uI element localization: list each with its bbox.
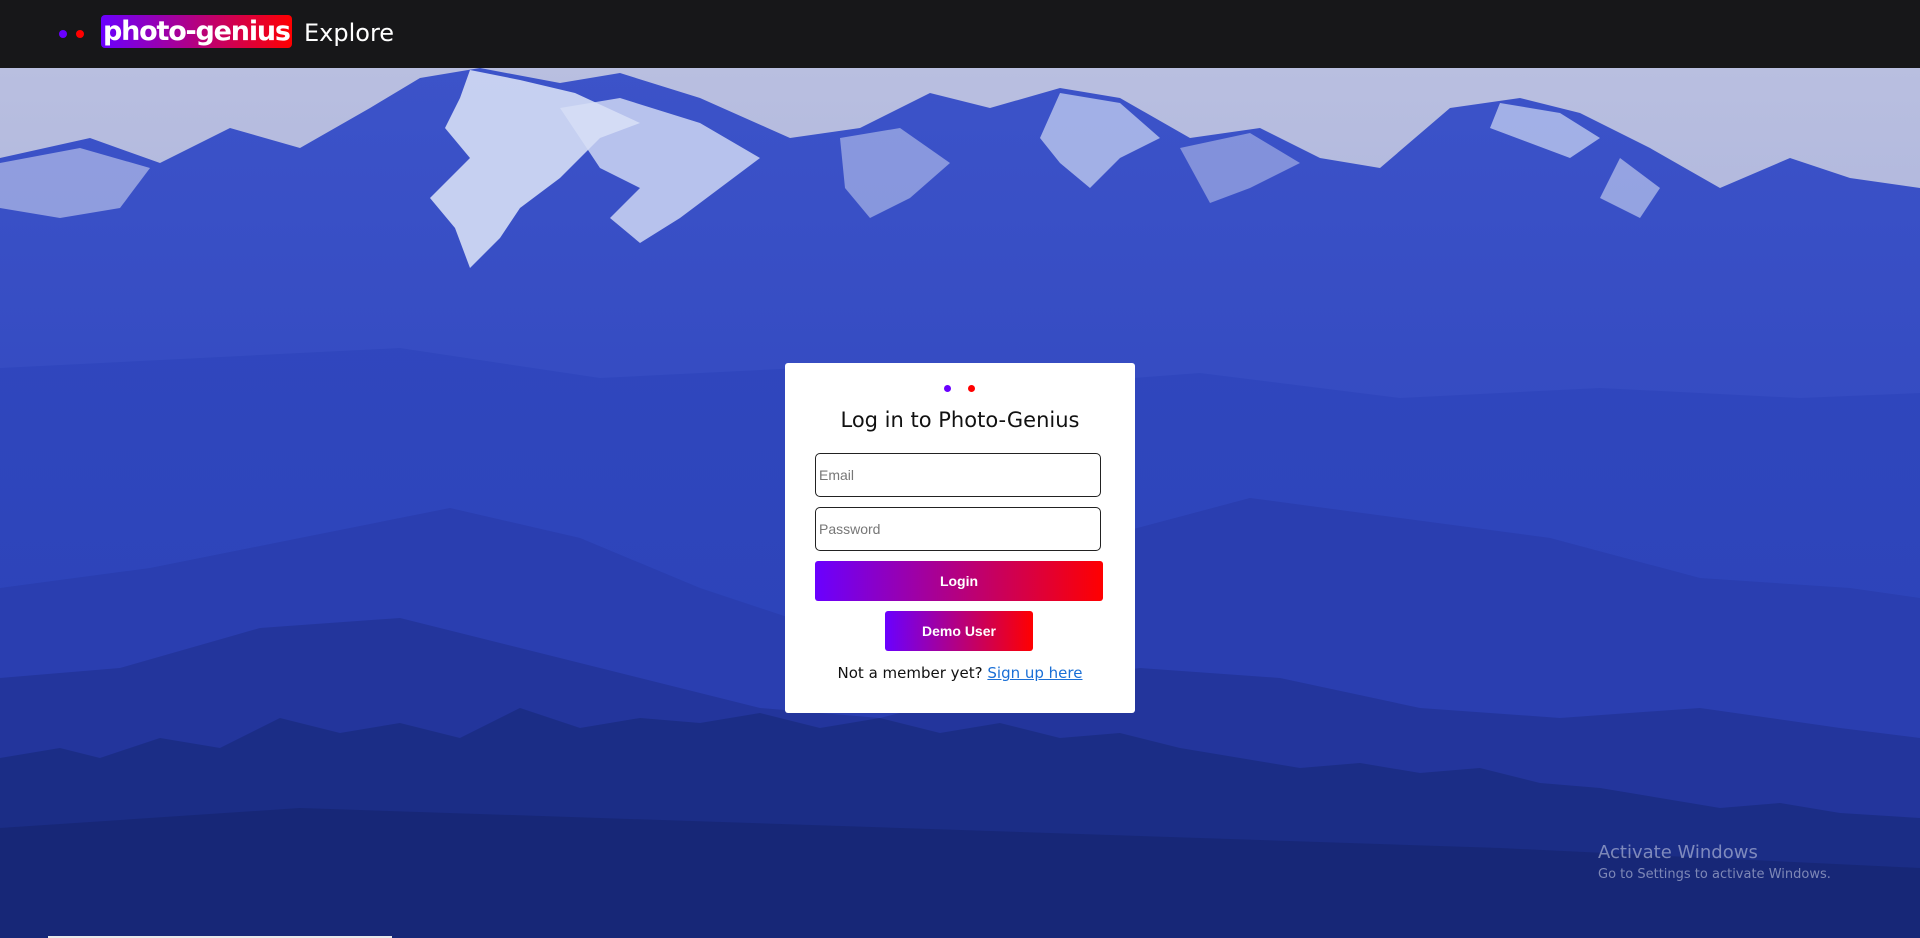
nav-explore-link[interactable]: Explore xyxy=(304,19,394,47)
email-field[interactable] xyxy=(815,453,1101,497)
watermark-title: Activate Windows xyxy=(1598,842,1758,863)
signup-link[interactable]: Sign up here xyxy=(987,664,1082,682)
purple-dot-icon xyxy=(944,385,951,392)
login-card: Log in to Photo-Genius Login Demo User N… xyxy=(785,363,1135,713)
password-field[interactable] xyxy=(815,507,1101,551)
red-dot-icon xyxy=(968,385,975,392)
login-button[interactable]: Login xyxy=(815,561,1103,601)
signup-prompt-text: Not a member yet? xyxy=(837,664,983,682)
login-title: Log in to Photo-Genius xyxy=(840,408,1080,432)
demo-user-button[interactable]: Demo User xyxy=(885,611,1033,651)
watermark-subtitle: Go to Settings to activate Windows. xyxy=(1598,867,1831,882)
windows-activation-watermark: Activate Windows Go to Settings to activ… xyxy=(1598,842,1831,884)
purple-dot-icon xyxy=(59,30,67,38)
logo-dots-icon xyxy=(59,29,87,39)
top-navbar: photo-genius Explore xyxy=(0,0,1920,68)
red-dot-icon xyxy=(76,30,84,38)
brand-logo-link[interactable]: photo-genius xyxy=(101,15,292,48)
card-dots-icon xyxy=(944,384,978,394)
signup-prompt: Not a member yet? Sign up here xyxy=(785,664,1135,682)
